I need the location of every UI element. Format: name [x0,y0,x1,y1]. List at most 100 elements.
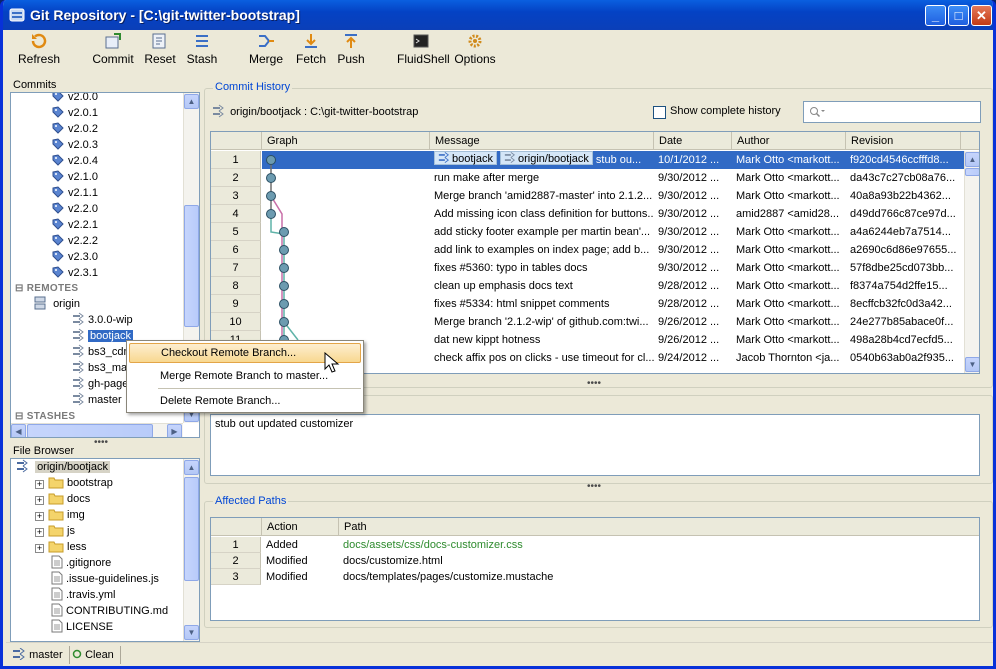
folder-node[interactable]: + js [35,523,75,539]
file-browser-tree[interactable]: origin/bootjack + bootstrap + docs + img + js + l… [10,458,200,642]
tag-node[interactable]: v2.0.4 [51,153,98,169]
remote-origin-node[interactable]: origin [33,296,80,312]
commit-message-text: fixes #5360: typo in tables docs [434,262,588,274]
file-scroll-thumb[interactable] [184,477,199,581]
remote-branch-node[interactable]: gh-page [71,376,128,392]
affected-path-row[interactable]: 3 Modified docs/templates/pages/customize.… [211,569,979,585]
folder-node[interactable]: + img [35,507,85,523]
tag-node[interactable]: v2.1.0 [51,169,98,185]
tag-node[interactable]: v2.3.0 [51,249,98,265]
status-branch[interactable]: master [12,646,70,664]
file-scroll-up-button[interactable]: ▲ [184,460,199,475]
tag-node[interactable]: v2.0.1 [51,105,98,121]
commit-revision-text: d49dd766c87ce97d... [850,208,956,220]
affected-path-row[interactable]: 1 Added docs/assets/css/docs-customizer.cs… [211,537,979,553]
file-scroll-down-button[interactable]: ▼ [184,625,199,640]
graph-column-header[interactable]: Graph [262,132,430,150]
commit-message-text: dat new kippt hotness [434,334,541,346]
fetch-button[interactable]: Fetch [294,32,328,68]
expand-toggle[interactable]: + [35,544,44,553]
hscroll-thumb[interactable] [27,424,153,437]
title-bar[interactable]: Git Repository - [C:\git-twitter-bootstr… [3,0,993,30]
commit-grid-vscrollbar[interactable]: ▲ ▼ [964,151,979,373]
remote-branch-icon [73,392,84,406]
action-column-header[interactable]: Action [262,518,339,536]
expand-toggle[interactable]: + [35,480,44,489]
options-button[interactable]: Options [454,32,496,68]
file-node[interactable]: LICENSE [51,619,113,635]
refresh-button[interactable]: Refresh [16,32,62,68]
tag-node[interactable]: v2.1.1 [51,185,98,201]
grid-scroll-up-button[interactable]: ▲ [965,152,979,167]
folder-node[interactable]: + bootstrap [35,475,113,491]
tag-node[interactable]: v2.0.0 [51,93,98,105]
affected-paths-legend: Affected Paths [213,495,289,507]
remote-branch-node[interactable]: bootjack [71,328,133,344]
tag-node[interactable]: v2.2.0 [51,201,98,217]
tag-node[interactable]: v2.0.3 [51,137,98,153]
stash-button[interactable]: Stash [184,32,220,68]
grid-scroll-down-button[interactable]: ▼ [965,357,979,372]
file-icon [51,619,63,633]
scroll-left-button[interactable]: ◀ [11,424,26,437]
scroll-up-button[interactable]: ▲ [184,94,199,109]
history-splitter[interactable]: •••• [587,379,601,389]
commit-message-text: Merge branch '2.1.2-wip' of github.com:t… [434,316,649,328]
expand-toggle[interactable]: + [35,528,44,537]
scroll-right-button[interactable]: ▶ [167,424,182,437]
remote-branch-node[interactable]: 3.0.0-wip [71,312,133,328]
file-node[interactable]: .issue-guidelines.js [51,571,159,587]
tag-node[interactable]: v2.0.2 [51,121,98,137]
folder-node[interactable]: + less [35,539,87,555]
remote-branch-node[interactable]: bs3_ma [71,360,127,376]
folder-node[interactable]: + docs [35,491,90,507]
commit-date-text: 9/26/2012 ... [658,316,720,328]
window-title: Git Repository - [C:\git-twitter-bootstr… [30,7,300,23]
commit-message-text[interactable]: stub out updated customizer [210,414,980,476]
delete-remote-branch-menu-item[interactable]: Delete Remote Branch... [129,391,361,411]
search-input[interactable] [803,101,981,123]
commit-history-grid[interactable]: Graph Message Date Author Revision 1 boot… [210,131,980,374]
path-column-header[interactable]: Path [339,518,979,536]
commit-row-number: 2 [211,169,261,187]
file-node[interactable]: .travis.yml [51,587,116,603]
push-button[interactable]: Push [335,32,367,68]
maximize-button[interactable]: □ [948,5,969,26]
scroll-thumb[interactable] [184,205,199,327]
file-browser-vscrollbar[interactable]: ▲ ▼ [183,459,199,641]
remote-branch-node[interactable]: master [71,392,122,408]
close-button[interactable]: ✕ [971,5,992,26]
expand-toggle[interactable]: + [35,496,44,505]
merge-button[interactable]: Merge [248,32,284,68]
tag-node[interactable]: v2.2.2 [51,233,98,249]
commits-tree-hscrollbar[interactable]: ◀ ▶ [11,423,183,437]
date-column-header[interactable]: Date [654,132,732,150]
grid-scroll-thumb[interactable] [965,168,979,176]
fluidshell-button[interactable]: FluidShell [397,32,450,68]
show-complete-history-checkbox[interactable] [653,106,666,119]
expand-toggle[interactable]: + [35,512,44,521]
folder-icon [48,525,64,537]
stash-icon [196,35,208,47]
tag-node[interactable]: v2.2.1 [51,217,98,233]
mouse-cursor-icon [324,352,340,373]
author-column-header[interactable]: Author [732,132,846,150]
reset-button[interactable]: Reset [142,32,178,68]
affected-path-row[interactable]: 2 Modified docs/customize.html [211,553,979,569]
message-column-header[interactable]: Message [430,132,654,150]
fetch-label: Fetch [295,52,326,66]
tag-node[interactable]: v2.3.1 [51,265,98,281]
commit-button[interactable]: Commit [92,32,134,68]
file-node[interactable]: .gitignore [51,555,111,571]
file-node[interactable]: CONTRIBUTING.md [51,603,168,619]
revision-column-header[interactable]: Revision [846,132,961,150]
left-splitter[interactable]: •••• [94,438,108,448]
remote-branch-node[interactable]: bs3_cdn [71,344,130,360]
show-complete-history-label: Show complete history [670,105,781,117]
search-text-field[interactable] [828,104,976,120]
message-splitter[interactable]: •••• [587,482,601,492]
affected-paths-grid[interactable]: Action Path 1 Added docs/assets/css/docs-c… [210,517,980,621]
file-browser-root[interactable]: origin/bootjack [15,459,110,475]
minimize-button[interactable]: _ [925,5,946,26]
tag-label: v2.2.1 [68,219,98,231]
